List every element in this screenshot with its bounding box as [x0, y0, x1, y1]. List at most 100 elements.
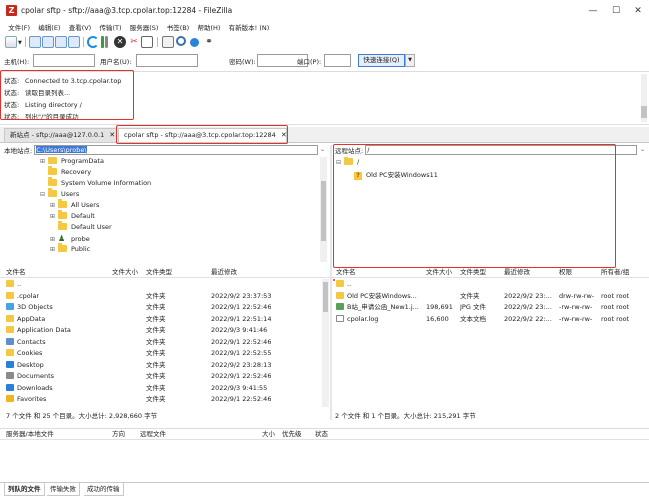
- col-name-header[interactable]: 文件名: [336, 266, 356, 278]
- close-tab-icon[interactable]: ✕: [281, 131, 287, 139]
- menu-server[interactable]: 服务器(S): [127, 22, 162, 35]
- queue-col-direction[interactable]: 方向: [112, 429, 125, 440]
- queue-col-size[interactable]: 大小: [262, 429, 275, 440]
- menu-file[interactable]: 文件(F): [5, 22, 33, 35]
- username-input[interactable]: [136, 54, 198, 67]
- close-window-button[interactable]: ✕: [628, 4, 648, 18]
- menu-help[interactable]: 帮助(H): [194, 22, 223, 35]
- col-size-header[interactable]: 文件大小: [426, 266, 452, 278]
- site-manager-dropdown-icon[interactable]: ▼: [18, 40, 22, 46]
- col-owner-header[interactable]: 所有者/组: [601, 266, 629, 278]
- file-row[interactable]: Cookies 文件夹 2022/9/1 22:52:55: [0, 348, 322, 359]
- remote-path-field[interactable]: /: [365, 145, 638, 155]
- queue-col-status[interactable]: 状态: [315, 429, 328, 440]
- tab-cpolar-sftp[interactable]: cpolar sftp - sftp://aaa@3.tcp.cpolar.to…: [118, 128, 287, 142]
- port-input[interactable]: [324, 54, 351, 67]
- file-row[interactable]: AppData 文件夹 2022/9/1 22:51:14: [0, 314, 322, 325]
- menu-new-version[interactable]: 有新版本! (N): [226, 22, 273, 35]
- quickconnect-button[interactable]: 快速连接(Q): [358, 54, 405, 67]
- maximize-button[interactable]: ☐: [606, 4, 626, 18]
- refresh-icon[interactable]: [87, 36, 99, 48]
- col-permissions-header[interactable]: 权限: [559, 266, 572, 278]
- message-log[interactable]: 状态: Connected to 3.tcp.cpolar.top 状态: 读取目录…: [0, 71, 649, 125]
- directory-filter-icon[interactable]: [162, 36, 174, 48]
- reconnect-icon[interactable]: [141, 36, 153, 48]
- tree-node[interactable]: ⊞ Public: [50, 243, 90, 256]
- remote-path-chevron-icon[interactable]: ⌄: [640, 146, 645, 153]
- queue-col-server-local[interactable]: 服务器/本地文件: [6, 429, 54, 440]
- expander-icon[interactable]: ⊞: [50, 236, 58, 243]
- expander-icon[interactable]: ⊞: [50, 213, 58, 220]
- expander-icon[interactable]: ⊞: [40, 158, 48, 165]
- local-tree-scrollbar-thumb[interactable]: [321, 181, 326, 241]
- menu-transfer[interactable]: 传输(T): [96, 22, 124, 35]
- site-manager-icon[interactable]: [5, 36, 17, 48]
- col-name-header[interactable]: 文件名: [6, 266, 26, 278]
- tree-node[interactable]: ⊞ ♟ probe: [50, 234, 90, 245]
- col-modified-header[interactable]: 最近修改: [211, 266, 237, 278]
- file-name: AppData: [6, 314, 45, 325]
- queue-list[interactable]: [0, 440, 649, 482]
- local-path-field[interactable]: C:\Users\probe\: [34, 145, 319, 155]
- file-row[interactable]: cpolar.log 16,600 文本文档 2022/9/2 22:... -rw-r…: [332, 314, 649, 325]
- log-scrollbar-thumb[interactable]: [641, 106, 647, 118]
- process-queue-icon[interactable]: [101, 36, 104, 48]
- queue-col-priority[interactable]: 优先级: [282, 429, 302, 440]
- tab-local-site[interactable]: 新站点 - sftp://aaa@127.0.0.1 ✕: [4, 128, 117, 142]
- file-row[interactable]: B站_申请公函_New1.j... 198,691 JPG 文件 2022/9/2 2…: [332, 302, 649, 313]
- expander-icon[interactable]: ⊞: [50, 246, 58, 253]
- tree-node[interactable]: ⊟ /: [336, 157, 359, 169]
- file-row[interactable]: Contacts 文件夹 2022/9/1 22:52:46: [0, 337, 322, 348]
- toggle-remote-tree-icon[interactable]: [55, 36, 67, 48]
- title-bar: Z cpolar sftp - sftp://aaa@3.tcp.cpolar.…: [0, 0, 649, 22]
- pane-divider[interactable]: [330, 145, 332, 420]
- documents-icon: [6, 372, 14, 379]
- file-row[interactable]: Documents 文件夹 2022/9/1 22:52:46: [0, 371, 322, 382]
- menu-edit[interactable]: 编辑(E): [35, 22, 63, 35]
- tree-node[interactable]: Default User: [50, 221, 112, 234]
- synchronized-browsing-icon[interactable]: [190, 38, 199, 47]
- menu-view[interactable]: 查看(V): [66, 22, 95, 35]
- minimize-button[interactable]: —: [583, 4, 603, 18]
- file-row[interactable]: Favorites 文件夹 2022/9/1 22:52:46: [0, 394, 322, 405]
- folder-icon: [58, 199, 67, 208]
- expander-icon[interactable]: ⊟: [336, 159, 344, 166]
- file-row[interactable]: .cpolar 文件夹 2022/9/2 23:37:53: [0, 291, 322, 302]
- col-type-header[interactable]: 文件类型: [460, 266, 486, 278]
- toggle-queue-icon[interactable]: [68, 36, 80, 48]
- quickconnect-dropdown-icon[interactable]: ▼: [405, 54, 415, 67]
- folder-icon: [6, 326, 14, 333]
- tab-queued-files[interactable]: 列队的文件: [4, 483, 45, 496]
- file-row[interactable]: Application Data 文件夹 2022/9/3 9:41:46: [0, 325, 322, 336]
- tab-successful-transfers[interactable]: 成功的传输: [84, 483, 124, 496]
- local-path-chevron-icon[interactable]: ⌄: [320, 146, 325, 153]
- file-row[interactable]: 3D Objects 文件夹 2022/9/1 22:52:46: [0, 302, 322, 313]
- disconnect-icon[interactable]: ✂: [128, 36, 140, 48]
- col-size-header[interactable]: 文件大小: [112, 266, 138, 278]
- binoculars-icon[interactable]: ⚭: [203, 36, 215, 48]
- expander-icon[interactable]: ⊟: [40, 191, 48, 198]
- cancel-operation-icon[interactable]: ✕: [114, 36, 126, 48]
- toggle-log-icon[interactable]: [29, 36, 41, 48]
- file-row[interactable]: Old PC安装Windows... 文件夹 2022/9/2 23:... drw-…: [332, 291, 649, 302]
- remote-site-bar: 远程站点: /: [335, 145, 638, 156]
- menu-bookmarks[interactable]: 书签(B): [164, 22, 193, 35]
- process-queue-bars-icon[interactable]: [105, 36, 108, 48]
- host-input[interactable]: [33, 54, 95, 67]
- tree-node[interactable]: System Volume Information: [40, 177, 151, 190]
- expander-icon[interactable]: ⊞: [50, 202, 58, 209]
- tree-node[interactable]: ⊞ Default: [50, 210, 95, 223]
- tab-failed-transfers[interactable]: 传输失败: [47, 483, 80, 496]
- file-row[interactable]: ..: [0, 279, 322, 290]
- local-list-scrollbar-thumb[interactable]: [323, 282, 328, 312]
- close-tab-icon[interactable]: ✕: [109, 131, 115, 139]
- search-icon[interactable]: [176, 36, 186, 46]
- toggle-local-tree-icon[interactable]: [42, 36, 54, 48]
- file-row[interactable]: ..: [332, 279, 649, 290]
- col-modified-header[interactable]: 最近修改: [504, 266, 530, 278]
- col-type-header[interactable]: 文件类型: [146, 266, 172, 278]
- tree-node[interactable]: ? Old PC安装Windows11: [354, 169, 438, 180]
- file-row[interactable]: Desktop 文件夹 2022/9/2 23:28:13: [0, 360, 322, 371]
- queue-col-remote-file[interactable]: 远程文件: [140, 429, 166, 440]
- file-row[interactable]: Downloads 文件夹 2022/9/3 9:41:55: [0, 383, 322, 394]
